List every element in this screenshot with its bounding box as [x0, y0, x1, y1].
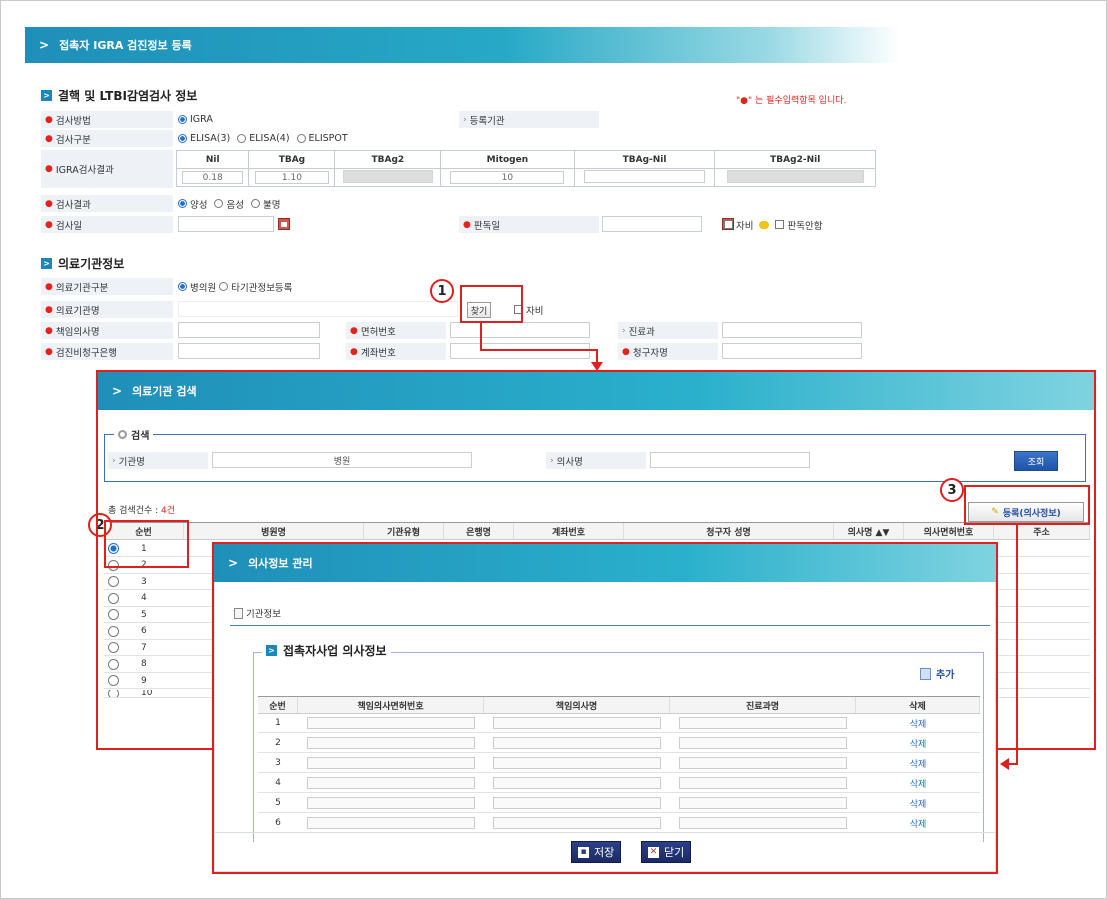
read-date-options: 자비 판독안함 [724, 216, 822, 233]
igra-input-nil[interactable]: 0.18 [182, 171, 244, 184]
section-icon: > [41, 258, 52, 269]
account-label: ● 계좌번호 [346, 343, 446, 360]
arrow-left-icon [1000, 758, 1009, 770]
connector-line [480, 349, 598, 351]
callout-1: 1 [430, 279, 454, 303]
igra-header: TBAg2-Nil [714, 150, 876, 169]
igra-input-tbag2-nil [726, 169, 864, 183]
radio-elispot[interactable] [296, 134, 306, 143]
test-result-options[interactable]: 양성 음성 불명 [178, 195, 280, 212]
callout-1-box [460, 285, 523, 323]
igra-result-label: ● IGRA검사결과 [41, 150, 173, 188]
test-result-label: ● 검사결과 [41, 195, 173, 212]
license-label: ● 면허번호 [346, 322, 446, 339]
test-date-input[interactable] [178, 216, 274, 232]
org-type-options[interactable]: 병의원 타기관정보등록 [178, 278, 292, 295]
test-method-label: ● 검사방법 [41, 111, 173, 128]
igra-result-table: Nil TBAg TBAg2 Mitogen TBAg-Nil TBAg2-Ni… [175, 150, 876, 187]
bank-input[interactable] [178, 343, 320, 359]
license-input[interactable] [450, 322, 590, 338]
igra-header: TBAg [248, 150, 336, 169]
radio-elisa3[interactable] [178, 134, 187, 143]
page-title: 접촉자 IGRA 검진정보 등록 [59, 39, 192, 52]
igra-header: Nil [175, 150, 250, 169]
doctor-dialog-outline [212, 542, 998, 874]
calendar-icon[interactable] [278, 218, 290, 230]
section-org-info: > 의료기관정보 [41, 255, 124, 272]
connector-line [480, 323, 482, 351]
main-title-bar: > 접촉자 IGRA 검진정보 등록 [25, 27, 900, 63]
igra-input-tbag2 [342, 169, 433, 183]
comment-icon[interactable] [759, 220, 770, 229]
read-date-label: ● 판독일 [459, 216, 599, 233]
igra-input-tbag[interactable]: 1.10 [255, 171, 329, 184]
claimant-input[interactable] [722, 343, 862, 359]
claimant-label: ● 청구자명 [618, 343, 718, 360]
test-type-label: ● 검사구분 [41, 130, 173, 147]
bank-label: ● 검진비청구은행 [41, 343, 173, 360]
radio-igra[interactable] [178, 115, 187, 124]
org-name-input[interactable] [178, 301, 458, 317]
connector-line [1008, 763, 1018, 765]
test-date-label: ● 검사일 [41, 216, 173, 233]
radio-unknown[interactable] [250, 199, 260, 208]
doctor-label: ● 책임의사명 [41, 322, 173, 339]
igra-input-tbag-nil[interactable] [584, 169, 705, 183]
org-type-label: ● 의료기관구분 [41, 278, 173, 295]
test-type-options[interactable]: ELISA(3) ELISA(4) ELISPOT [178, 130, 348, 147]
section-icon: > [41, 90, 52, 101]
igra-input-mitogen[interactable]: 10 [450, 171, 565, 184]
radio-positive[interactable] [178, 199, 187, 208]
dept-input[interactable] [722, 322, 862, 338]
test-method-value[interactable]: IGRA [178, 111, 213, 128]
chevron-right-icon: > [39, 38, 50, 52]
section-tb-info: > 결핵 및 LTBI감염검사 정보 [41, 87, 197, 104]
reg-org-label: › 등록기관 [459, 111, 599, 128]
account-input[interactable] [450, 343, 590, 359]
dept-label: › 진료과 [618, 322, 718, 339]
radio-hospital[interactable] [178, 282, 187, 291]
igra-header: Mitogen [440, 150, 575, 169]
unreadable-checkbox[interactable] [775, 220, 785, 229]
radio-elisa4[interactable] [237, 134, 247, 143]
radio-other-org[interactable] [219, 282, 229, 291]
read-date-input[interactable] [602, 216, 702, 232]
igra-header: TBAg-Nil [573, 150, 716, 169]
radio-negative[interactable] [214, 199, 224, 208]
doctor-input[interactable] [178, 322, 320, 338]
required-note: "●" 는 필수입력항목 입니다. [736, 96, 847, 106]
igra-header: TBAg2 [334, 150, 442, 169]
self-pay-checkbox[interactable] [724, 220, 733, 229]
org-name-label: ● 의료기관명 [41, 301, 173, 318]
